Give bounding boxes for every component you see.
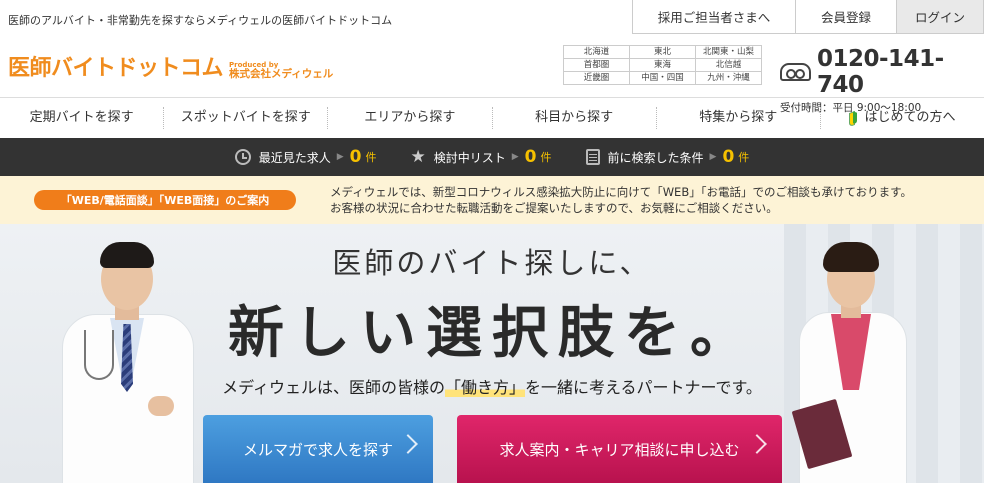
star-icon: ★ (410, 146, 426, 167)
login-button[interactable]: ログイン (896, 0, 984, 34)
web-interview-badge[interactable]: 「WEB/電話面談」「WEB面接」のご案内 (34, 190, 296, 210)
calendar-icon (585, 149, 600, 165)
saved-search-link[interactable]: 前に検索した条件 ▶ 0 件 (585, 147, 750, 167)
clock-icon (234, 149, 251, 165)
history-bar: 最近見た求人 ▶ 0 件 ★ 検討中リスト ▶ 0 件 前に検索した条件 ▶ 0… (0, 138, 984, 176)
notice-line-1: メディウェルでは、新型コロナウィルス感染拡大防止に向けて「WEB」「お電話」での… (330, 185, 912, 199)
nav-spot-job[interactable]: スポットバイトを探す (163, 107, 327, 129)
hero-sub-after: を一緒に考えるパートナーです。 (524, 378, 762, 397)
count-unit: 件 (540, 151, 552, 164)
notice-banner: 「WEB/電話面談」「WEB面接」のご案内 メディウェルでは、新型コロナウィルス… (0, 176, 984, 224)
top-links: 採用ご担当者さまへ 会員登録 ログイン (632, 0, 984, 34)
region-link[interactable]: 首都圏 (563, 58, 630, 72)
shortlist-count: 0 (524, 147, 537, 167)
region-link[interactable]: 北信越 (695, 58, 762, 72)
career-consult-button[interactable]: 求人案内・キャリア相談に申し込む (457, 415, 782, 483)
caret-right-icon: ▶ (709, 152, 717, 162)
nav-area[interactable]: エリアから探す (327, 107, 491, 129)
region-link[interactable]: 東海 (629, 58, 696, 72)
site-header: 医師バイトドットコム Produced by 株式会社メディウェル 北海道 東北… (0, 38, 984, 114)
count-unit: 件 (738, 151, 750, 164)
top-bar: 医師のアルバイト・非常勤先を探すならメディウェルの医師バイトドットコム 採用ご担… (0, 0, 984, 38)
notice-text: メディウェルでは、新型コロナウィルス感染拡大防止に向けて「WEB」「お電話」での… (330, 184, 912, 216)
recently-viewed-label: 最近見た求人 (258, 150, 331, 165)
newsletter-search-button[interactable]: メルマガで求人を探す (203, 415, 433, 483)
hero-section: 医師のバイト探しに、 新しい選択肢を。 メディウェルは、医師の皆様の「働き方」を… (0, 224, 984, 483)
logo-text: 医師バイトドットコム (8, 56, 224, 81)
chevron-right-icon (398, 434, 418, 454)
logo-sub: Produced by 株式会社メディウェル (229, 61, 334, 82)
phone-number[interactable]: 0120-141-740 (817, 46, 984, 98)
main-nav: 定期バイトを探す スポットバイトを探す エリアから探す 科目から探す 特集から探… (0, 98, 984, 138)
nav-feature[interactable]: 特集から探す (655, 107, 820, 129)
region-link[interactable]: 近畿圏 (563, 71, 630, 85)
caret-right-icon: ▶ (336, 152, 344, 162)
logo-company: 株式会社メディウェル (229, 67, 334, 80)
region-link[interactable]: 北関東・山梨 (695, 45, 762, 59)
caret-right-icon: ▶ (511, 152, 519, 162)
recently-viewed-count: 0 (349, 147, 362, 167)
nav-specialty[interactable]: 科目から探す (491, 107, 656, 129)
nav-beginner-label: はじめての方へ (864, 110, 956, 125)
notice-line-2: お客様の状況に合わせた転職活動をご提案いたしますので、お気軽にご相談ください。 (330, 201, 778, 215)
saved-search-count: 0 (722, 147, 735, 167)
shortlist-label: 検討中リスト (433, 150, 506, 165)
hero-subtitle: メディウェルは、医師の皆様の「働き方」を一緒に考えるパートナーです。 (0, 374, 984, 398)
shortlist-link[interactable]: ★ 検討中リスト ▶ 0 件 (410, 147, 551, 167)
beginner-mark-icon (849, 112, 858, 125)
newsletter-search-label: メルマガで求人を探す (242, 440, 393, 459)
hero-title-line-1: 医師のバイト探しに、 (332, 246, 652, 280)
chevron-right-icon (747, 434, 767, 454)
nav-beginner[interactable]: はじめての方へ (819, 107, 984, 129)
region-link[interactable]: 北海道 (563, 45, 630, 59)
phone-row: 0120-141-740 (780, 46, 984, 98)
count-unit: 件 (365, 151, 377, 164)
region-link[interactable]: 東北 (629, 45, 696, 59)
nav-regular-job[interactable]: 定期バイトを探す (0, 107, 163, 129)
site-logo[interactable]: 医師バイトドットコム Produced by 株式会社メディウェル (8, 50, 333, 82)
region-link[interactable]: 九州・沖縄 (695, 71, 762, 85)
hero-sub-before: メディウェルは、医師の皆様の (222, 378, 445, 397)
recently-viewed-link[interactable]: 最近見た求人 ▶ 0 件 (234, 147, 377, 167)
saved-search-label: 前に検索した条件 (607, 150, 704, 165)
free-dial-icon (780, 63, 811, 81)
hero-sub-highlight: 「働き方」 (444, 378, 525, 397)
register-link[interactable]: 会員登録 (795, 0, 897, 34)
career-consult-label: 求人案内・キャリア相談に申し込む (499, 440, 740, 459)
hero-title-line-2: 新しい選択肢を。 (228, 300, 756, 366)
recruiter-link[interactable]: 採用ご担当者さまへ (632, 0, 796, 34)
site-tagline: 医師のアルバイト・非常勤先を探すならメディウェルの医師バイトドットコム (8, 14, 393, 27)
region-grid: 北海道 東北 北関東・山梨 首都圏 東海 北信越 近畿圏 中国・四国 九州・沖縄 (563, 45, 762, 85)
region-link[interactable]: 中国・四国 (629, 71, 696, 85)
